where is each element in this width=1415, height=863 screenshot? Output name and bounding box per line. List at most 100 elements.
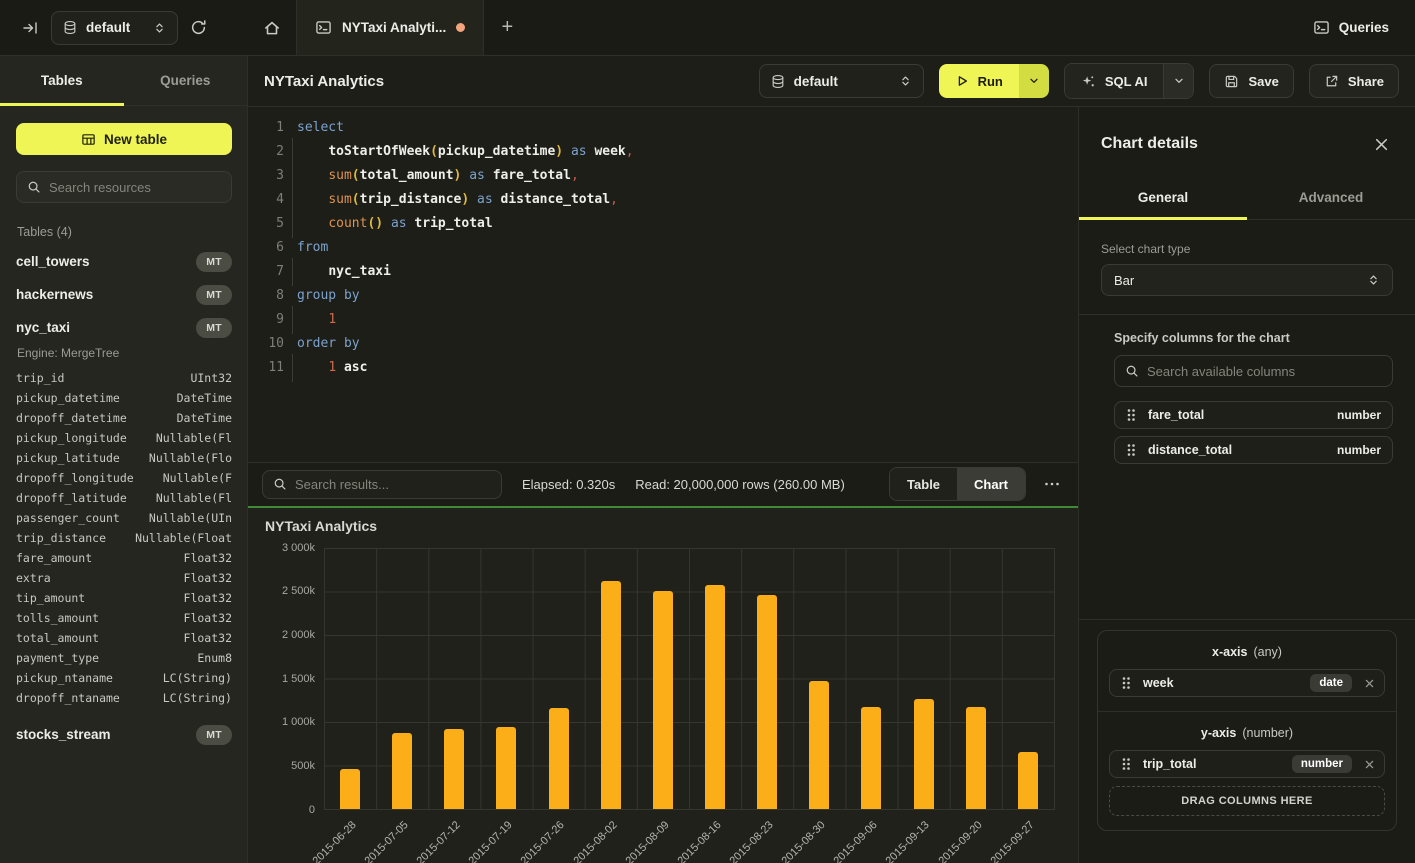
bar[interactable] [966, 707, 986, 809]
sql-ai-options-button[interactable] [1163, 64, 1193, 98]
drag-handle-icon[interactable] [1126, 443, 1136, 457]
remove-x-column-button[interactable] [1364, 678, 1375, 689]
table-item-stocks_stream[interactable]: stocks_stream MT [16, 718, 232, 751]
column-row[interactable]: dropoff_longitude Nullable(F [16, 468, 232, 488]
toggle-chart[interactable]: Chart [957, 468, 1025, 500]
sidebar-tab-tables[interactable]: Tables [0, 56, 124, 105]
code-line[interactable]: 5 count() as trip_total [262, 212, 1078, 236]
bar[interactable] [1018, 752, 1038, 809]
column-row[interactable]: pickup_datetime DateTime [16, 388, 232, 408]
database-value: default [86, 20, 130, 35]
refresh-icon[interactable] [190, 19, 207, 36]
table-item-cell_towers[interactable]: cell_towers MT [16, 245, 232, 278]
bar[interactable] [757, 595, 777, 808]
save-button[interactable]: Save [1209, 64, 1293, 98]
bar[interactable] [444, 729, 464, 808]
code-line[interactable]: 3 sum(total_amount) as fare_total, [262, 164, 1078, 188]
drag-handle-icon[interactable] [1126, 408, 1136, 422]
column-row[interactable]: dropoff_ntaname LC(String) [16, 688, 232, 708]
bar[interactable] [549, 708, 569, 809]
home-button[interactable] [248, 0, 296, 55]
sidebar-tab-queries[interactable]: Queries [124, 56, 248, 105]
column-row[interactable]: dropoff_latitude Nullable(Fl [16, 488, 232, 508]
chart-area: NYTaxi Analytics 3 000k2 500k2 000k1 500… [248, 508, 1078, 863]
column-row[interactable]: fare_amount Float32 [16, 548, 232, 568]
column-search-input[interactable] [1147, 364, 1382, 379]
new-tab-button[interactable]: + [484, 0, 530, 55]
bar[interactable] [914, 699, 934, 809]
share-button[interactable]: Share [1309, 64, 1399, 98]
table-item-hackernews[interactable]: hackernews MT [16, 278, 232, 311]
drop-zone[interactable]: DRAG COLUMNS HERE [1109, 786, 1385, 816]
column-row[interactable]: tolls_amount Float32 [16, 608, 232, 628]
bar[interactable] [705, 585, 725, 809]
code-line[interactable]: 4 sum(trip_distance) as distance_total, [262, 188, 1078, 212]
column-row[interactable]: pickup_ntaname LC(String) [16, 668, 232, 688]
y-axis-label: y-axis [1201, 726, 1236, 740]
code-line[interactable]: 7 nyc_taxi [262, 260, 1078, 284]
new-table-button[interactable]: New table [16, 123, 232, 155]
remove-y-column-button[interactable] [1364, 759, 1375, 770]
code-line[interactable]: 10order by [262, 332, 1078, 356]
sql-editor[interactable]: 1select 2 toStartOfWeek(pickup_datetime)… [248, 107, 1078, 462]
bar[interactable] [809, 681, 829, 808]
results-search-input[interactable] [295, 477, 491, 492]
table-item-nyc_taxi[interactable]: nyc_taxi MT [16, 311, 232, 344]
run-button[interactable]: Run [939, 64, 1019, 98]
column-row[interactable]: trip_id UInt32 [16, 368, 232, 388]
code-line[interactable]: 2 toStartOfWeek(pickup_datetime) as week… [262, 140, 1078, 164]
column-row[interactable]: dropoff_datetime DateTime [16, 408, 232, 428]
available-column-type: number [1337, 408, 1381, 422]
collapse-sidebar-icon[interactable] [22, 20, 39, 36]
bar[interactable] [392, 733, 412, 809]
resource-search-input[interactable] [49, 180, 221, 195]
available-columns: fare_total number distance_total number [1101, 401, 1393, 471]
toggle-table[interactable]: Table [890, 468, 957, 500]
close-panel-button[interactable] [1370, 133, 1393, 156]
bar[interactable] [653, 591, 673, 809]
column-row[interactable]: passenger_count Nullable(UIn [16, 508, 232, 528]
chart-type-select[interactable]: Bar [1101, 264, 1393, 296]
available-column-distance_total[interactable]: distance_total number [1114, 436, 1393, 464]
drag-handle-icon[interactable] [1121, 676, 1131, 690]
column-row[interactable]: total_amount Float32 [16, 628, 232, 648]
database-selector[interactable]: default [51, 11, 178, 45]
bar[interactable] [496, 727, 516, 809]
column-row[interactable]: extra Float32 [16, 568, 232, 588]
column-row[interactable]: trip_distance Nullable(Float [16, 528, 232, 548]
column-row[interactable]: pickup_longitude Nullable(Fl [16, 428, 232, 448]
x-axis-column[interactable]: week date [1109, 669, 1385, 697]
code-line[interactable]: 6from [262, 236, 1078, 260]
panel-tabs: General Advanced [1079, 175, 1415, 220]
resource-search[interactable] [16, 171, 232, 203]
code-line[interactable]: 8group by [262, 284, 1078, 308]
column-search[interactable] [1114, 355, 1393, 387]
y-axis-column[interactable]: trip_total number [1109, 750, 1385, 778]
queries-button[interactable]: Queries [1287, 0, 1415, 55]
sql-ai-button[interactable]: SQL AI [1065, 64, 1164, 98]
panel-tab-general[interactable]: General [1079, 175, 1247, 219]
bar[interactable] [601, 581, 621, 809]
share-label: Share [1348, 74, 1384, 89]
available-column-fare_total[interactable]: fare_total number [1114, 401, 1393, 429]
query-database-selector[interactable]: default [759, 64, 924, 98]
bar[interactable] [861, 707, 881, 809]
drag-handle-icon[interactable] [1121, 757, 1131, 771]
more-options-button[interactable] [1040, 477, 1064, 491]
bar[interactable] [340, 769, 360, 808]
column-row[interactable]: pickup_latitude Nullable(Flo [16, 448, 232, 468]
column-name: pickup_datetime [16, 391, 120, 405]
tab-nytaxi-analytics[interactable]: NYTaxi Analyti... [296, 0, 484, 55]
engine-badge: MT [196, 252, 232, 272]
panel-tab-advanced[interactable]: Advanced [1247, 175, 1415, 219]
column-row[interactable]: tip_amount Float32 [16, 588, 232, 608]
run-options-button[interactable] [1019, 64, 1049, 98]
code-line[interactable]: 1select [262, 116, 1078, 140]
code-line[interactable]: 11 1 asc [262, 356, 1078, 380]
column-row[interactable]: payment_type Enum8 [16, 648, 232, 668]
line-number: 11 [262, 356, 284, 380]
column-type: UInt32 [190, 371, 232, 385]
code-line[interactable]: 9 1 [262, 308, 1078, 332]
sparkle-icon [1081, 74, 1096, 89]
results-search[interactable] [262, 470, 502, 499]
